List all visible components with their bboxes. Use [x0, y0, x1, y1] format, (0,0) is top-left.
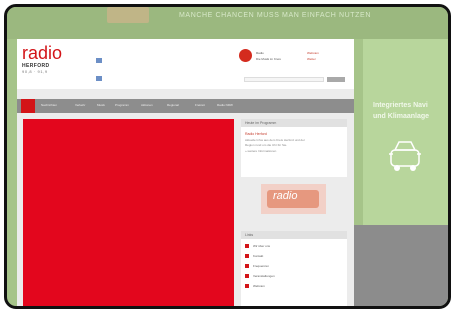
sidebar-link[interactable]: Veranstaltungen: [245, 274, 275, 279]
nav-item[interactable]: Radio NRW: [217, 103, 233, 107]
search-input[interactable]: [244, 77, 324, 82]
widget-text: Region rund um die Uhr für Sie.: [245, 143, 288, 147]
radio-herford-logo[interactable]: radio HERFORD 90,8 · 91,9: [22, 44, 82, 82]
sidebar-link-label: Frequenzen: [253, 264, 270, 268]
nav-item[interactable]: Regional: [167, 103, 179, 107]
main-nav: Nachrichten Verkehr Musik Programm Aktio…: [17, 99, 354, 113]
bullet-icon: [245, 244, 249, 249]
bullet-icon: [245, 274, 249, 279]
nav-item[interactable]: Programm: [115, 103, 129, 107]
sidebar-link[interactable]: Kontakt: [245, 254, 264, 259]
nav-item[interactable]: Musik: [97, 103, 105, 107]
screenshot-frame: MANCHE CHANCEN MUSS MAN EINFACH NUTZEN I…: [4, 4, 451, 309]
nav-item[interactable]: Verkehr: [75, 103, 85, 107]
car-icon: [389, 141, 421, 171]
play-button-icon[interactable]: [239, 49, 252, 62]
website-page: radio HERFORD 90,8 · 91,9 Radio Die Musi…: [17, 39, 354, 306]
sidebar-link-label: Webcam: [253, 284, 265, 288]
widget-text: Aktuelle Infos aus dem Kreis Herford und…: [245, 138, 305, 142]
side-banner-ad[interactable]: Integriertes Navi und Klimaanlage: [363, 39, 448, 225]
banner-logo: [107, 7, 149, 23]
logo-wordmark: radio: [22, 43, 63, 63]
promo-text: radio: [273, 190, 298, 202]
sidebar-link-label: Kontakt: [253, 254, 264, 258]
nav-item[interactable]: Aktionen: [141, 103, 153, 107]
sidebar-link-label: Veranstaltungen: [253, 274, 275, 278]
facebook-icon[interactable]: [96, 58, 102, 63]
side-ad-text: Integriertes Navi und Klimaanlage: [373, 101, 429, 122]
social-icons: [96, 50, 111, 81]
nav-item[interactable]: Nachrichten: [41, 103, 57, 107]
search-button[interactable]: [327, 77, 345, 82]
widget-link[interactable]: » weitere Informationen: [245, 149, 276, 153]
header-link-webcam[interactable]: Webcam: [307, 51, 319, 55]
bullet-icon: [245, 284, 249, 289]
sidebar-link[interactable]: Wir über uns: [245, 244, 271, 249]
hero-banner[interactable]: [23, 119, 234, 306]
logo-frequency: 90,8 · 91,9: [22, 69, 48, 74]
sidebar-widget-program: Heute im Programm Radio Herford Aktuelle…: [241, 119, 347, 177]
background-panel: [354, 225, 448, 306]
nav-item[interactable]: Freizeit: [195, 103, 205, 107]
widget-title[interactable]: Radio Herford: [245, 132, 267, 136]
header-link-wetter[interactable]: Wetter: [307, 57, 316, 61]
top-banner-ad[interactable]: MANCHE CHANCEN MUSS MAN EINFACH NUTZEN: [7, 7, 448, 39]
side-ad-line2: und Klimaanlage: [373, 112, 430, 120]
player-subtitle: Die Musik im Kreis: [256, 57, 281, 61]
sidebar: Heute im Programm Radio Herford Aktuelle…: [241, 119, 347, 306]
home-icon[interactable]: [21, 99, 35, 113]
player-title: Radio: [256, 51, 264, 55]
bullet-icon: [245, 254, 249, 259]
promo-banner[interactable]: radio: [261, 184, 326, 214]
sidebar-link[interactable]: Webcam: [245, 284, 265, 289]
sidebar-widget-links: Links Wir über uns Kontakt Frequenzen Ve…: [241, 231, 347, 306]
widget-heading: Heute im Programm: [241, 119, 347, 127]
widget-heading: Links: [241, 231, 347, 239]
sidebar-link[interactable]: Frequenzen: [245, 264, 270, 269]
bullet-icon: [245, 264, 249, 269]
banner-text: MANCHE CHANCEN MUSS MAN EINFACH NUTZEN: [179, 12, 371, 19]
side-ad-line1: Integriertes Navi: [373, 102, 428, 109]
twitter-icon[interactable]: [96, 76, 102, 81]
sidebar-link-label: Wir über uns: [253, 244, 271, 248]
site-header: radio HERFORD 90,8 · 91,9 Radio Die Musi…: [17, 39, 354, 89]
